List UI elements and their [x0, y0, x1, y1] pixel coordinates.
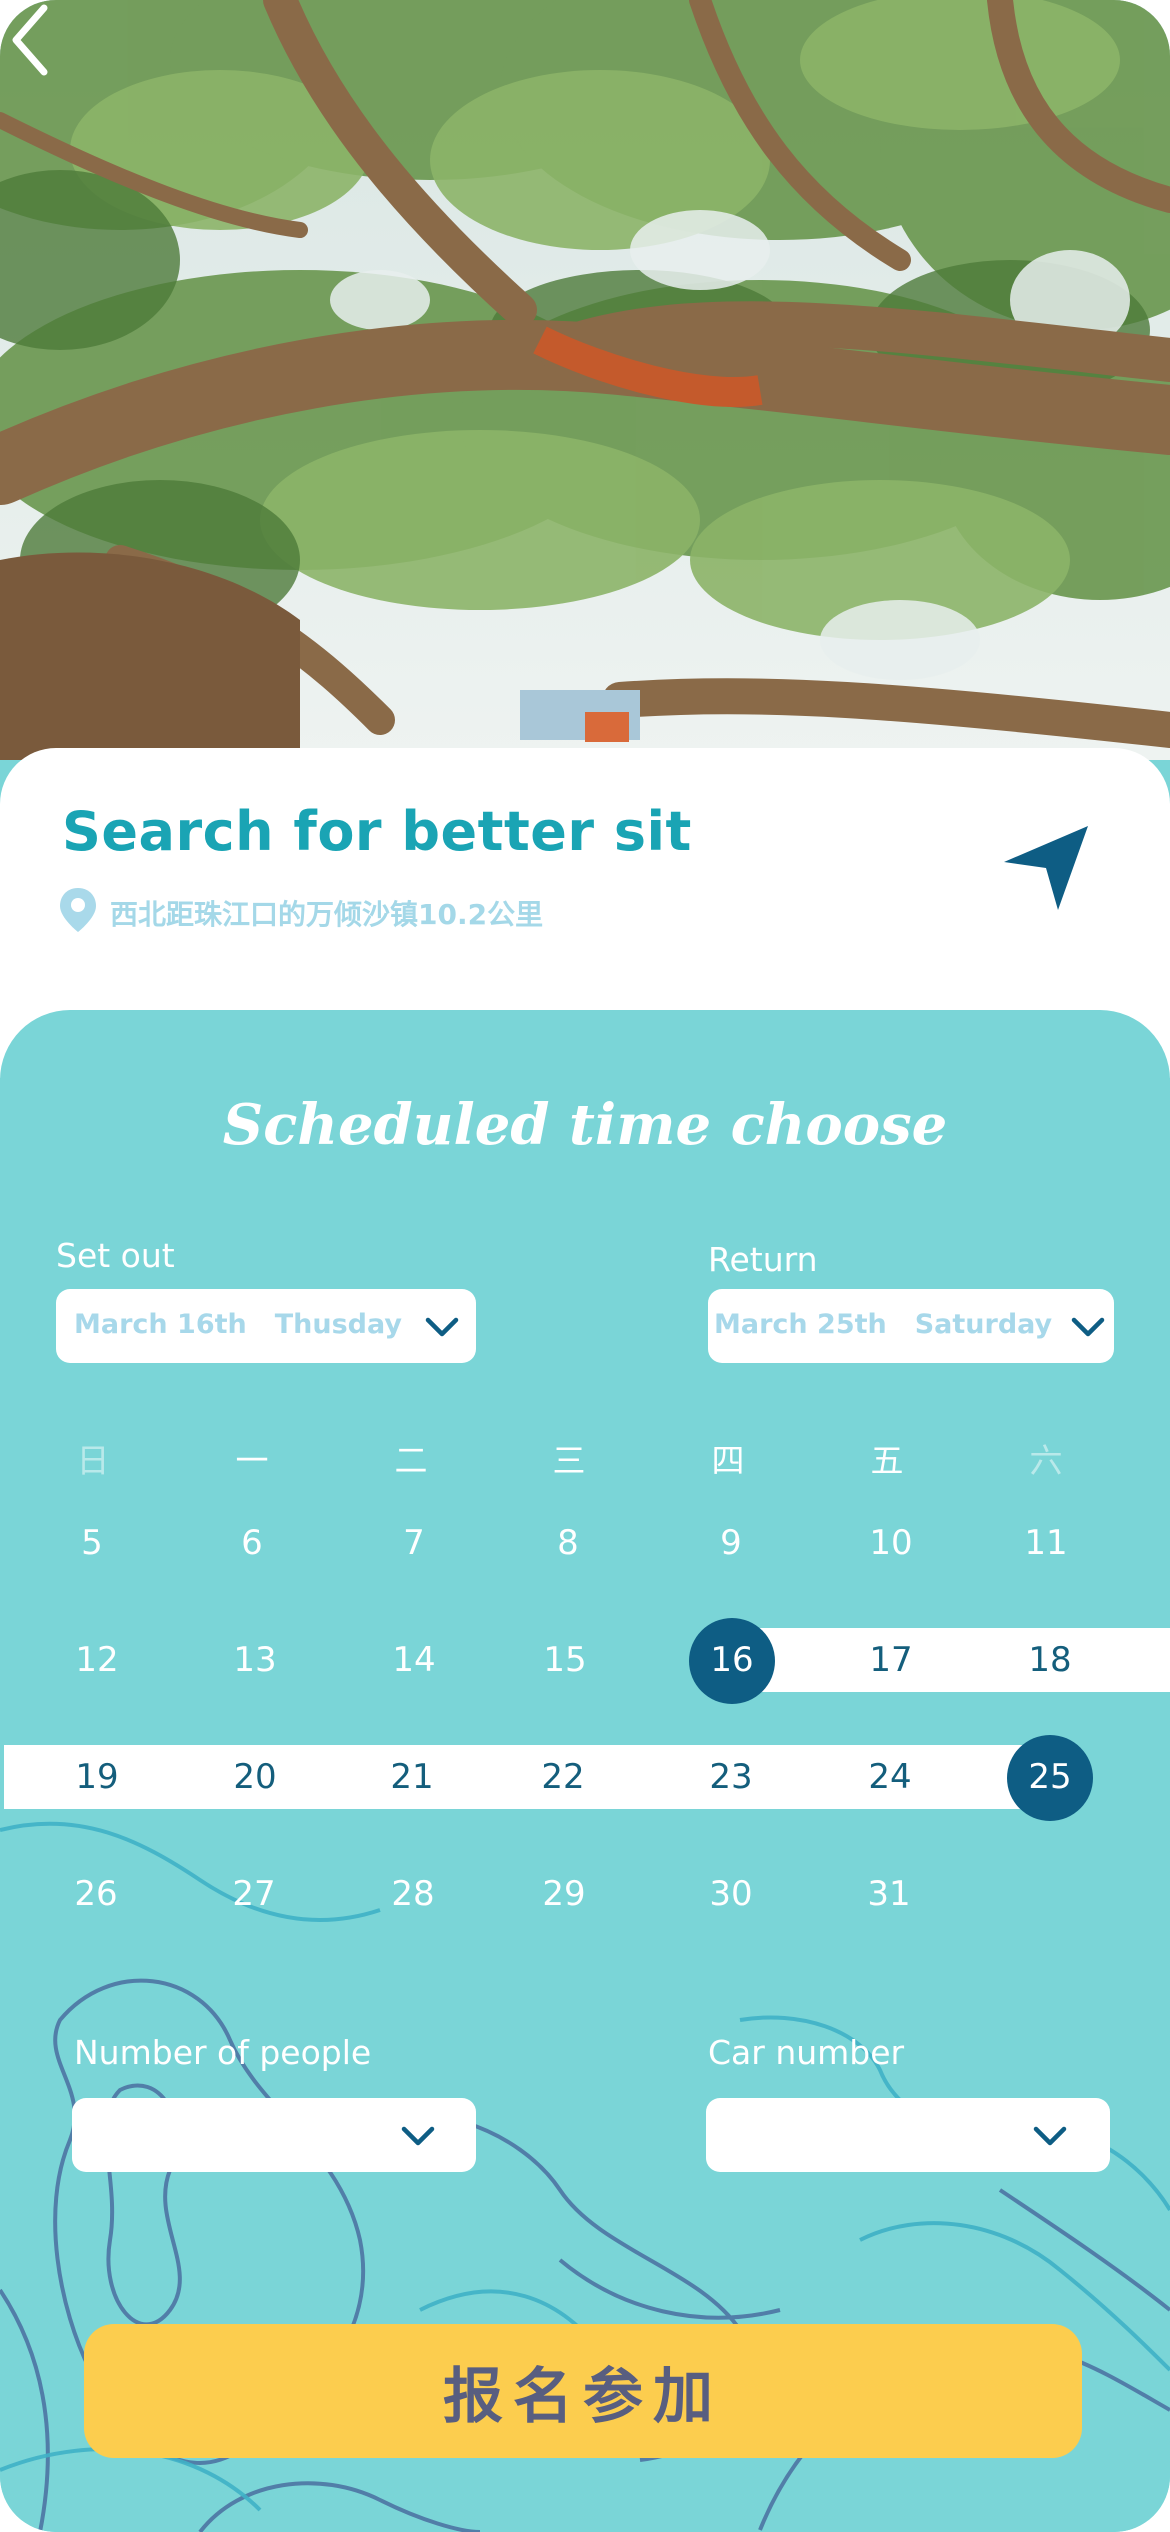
range-highlight-row2 [732, 1628, 1170, 1692]
calendar-day[interactable]: 15 [525, 1640, 605, 1680]
people-label: Number of people [74, 2033, 372, 2072]
calendar-day[interactable]: 28 [373, 1874, 453, 1914]
weekday-sat: 六 [1029, 1441, 1063, 1480]
calendar-day[interactable]: 10 [851, 1523, 931, 1563]
hero-photo [0, 0, 1170, 760]
calendar-day[interactable]: 29 [524, 1874, 604, 1914]
calendar-day[interactable]: 24 [850, 1757, 930, 1797]
app-screen: Search for better sit 西北距珠江口的万倾沙镇10.2公里 [0, 0, 1170, 2532]
return-date-select[interactable]: March 25th Saturday [708, 1289, 1114, 1363]
return-weekday: Saturday [914, 1309, 1053, 1340]
schedule-title: Scheduled time choose [222, 1092, 948, 1158]
calendar-day[interactable]: 11 [1006, 1523, 1086, 1563]
calendar-day[interactable]: 26 [56, 1874, 136, 1914]
calendar-day[interactable]: 30 [691, 1874, 771, 1914]
calendar-day[interactable]: 12 [57, 1640, 137, 1680]
chevron-down-icon [1071, 1317, 1105, 1337]
calendar-day[interactable]: 7 [374, 1523, 454, 1563]
calendar-day[interactable]: 27 [214, 1874, 294, 1914]
weekday-tue: 二 [394, 1441, 428, 1480]
weekday-fri: 五 [870, 1441, 904, 1480]
set-out-weekday: Thusday [274, 1309, 402, 1340]
location-text: 西北距珠江口的万倾沙镇10.2公里 [110, 898, 544, 931]
calendar-day[interactable]: 18 [1010, 1640, 1090, 1680]
weekday-mon: 一 [235, 1441, 269, 1480]
page-title: Search for better sit [62, 800, 692, 863]
weekday-thu: 四 [711, 1441, 745, 1480]
car-select[interactable] [706, 2098, 1110, 2172]
calendar-day[interactable]: 8 [528, 1523, 608, 1563]
signup-button[interactable]: 报名参加 [84, 2324, 1082, 2458]
weekday-wed: 三 [552, 1441, 586, 1480]
calendar-day[interactable]: 22 [523, 1757, 603, 1797]
chevron-down-icon [1033, 2126, 1067, 2146]
calendar-day[interactable]: 13 [215, 1640, 295, 1680]
people-select[interactable] [72, 2098, 476, 2172]
return-value: March 25th Saturday [714, 1309, 1052, 1340]
car-label: Car number [708, 2033, 905, 2072]
calendar-day[interactable]: 9 [691, 1523, 771, 1563]
calendar-day[interactable]: 17 [851, 1640, 931, 1680]
calendar-day[interactable]: 14 [374, 1640, 454, 1680]
navigation-arrow-icon[interactable] [998, 820, 1094, 916]
calendar-day[interactable]: 6 [212, 1523, 292, 1563]
set-out-label: Set out [56, 1236, 175, 1275]
calendar-day[interactable]: 21 [372, 1757, 452, 1797]
chevron-down-icon [401, 2126, 435, 2146]
weekday-sun: 日 [76, 1441, 110, 1480]
calendar-day[interactable]: 31 [849, 1874, 929, 1914]
set-out-date-select[interactable]: March 16th Thusday [56, 1289, 476, 1363]
calendar-day-selected-start[interactable]: 16 [692, 1640, 772, 1680]
return-date: March 25th [714, 1309, 887, 1340]
location-pin-icon [60, 888, 96, 932]
calendar-day[interactable]: 19 [57, 1757, 137, 1797]
back-chevron-icon[interactable] [0, 0, 64, 80]
return-label: Return [708, 1240, 818, 1279]
set-out-date: March 16th [74, 1309, 247, 1340]
tree-canopy-image [0, 0, 1170, 760]
set-out-value: March 16th Thusday [74, 1309, 402, 1340]
calendar-day[interactable]: 5 [52, 1523, 132, 1563]
calendar-day-selected-end[interactable]: 25 [1010, 1757, 1090, 1797]
chevron-down-icon [425, 1317, 459, 1337]
calendar-day[interactable]: 20 [215, 1757, 295, 1797]
calendar-day[interactable]: 23 [691, 1757, 771, 1797]
